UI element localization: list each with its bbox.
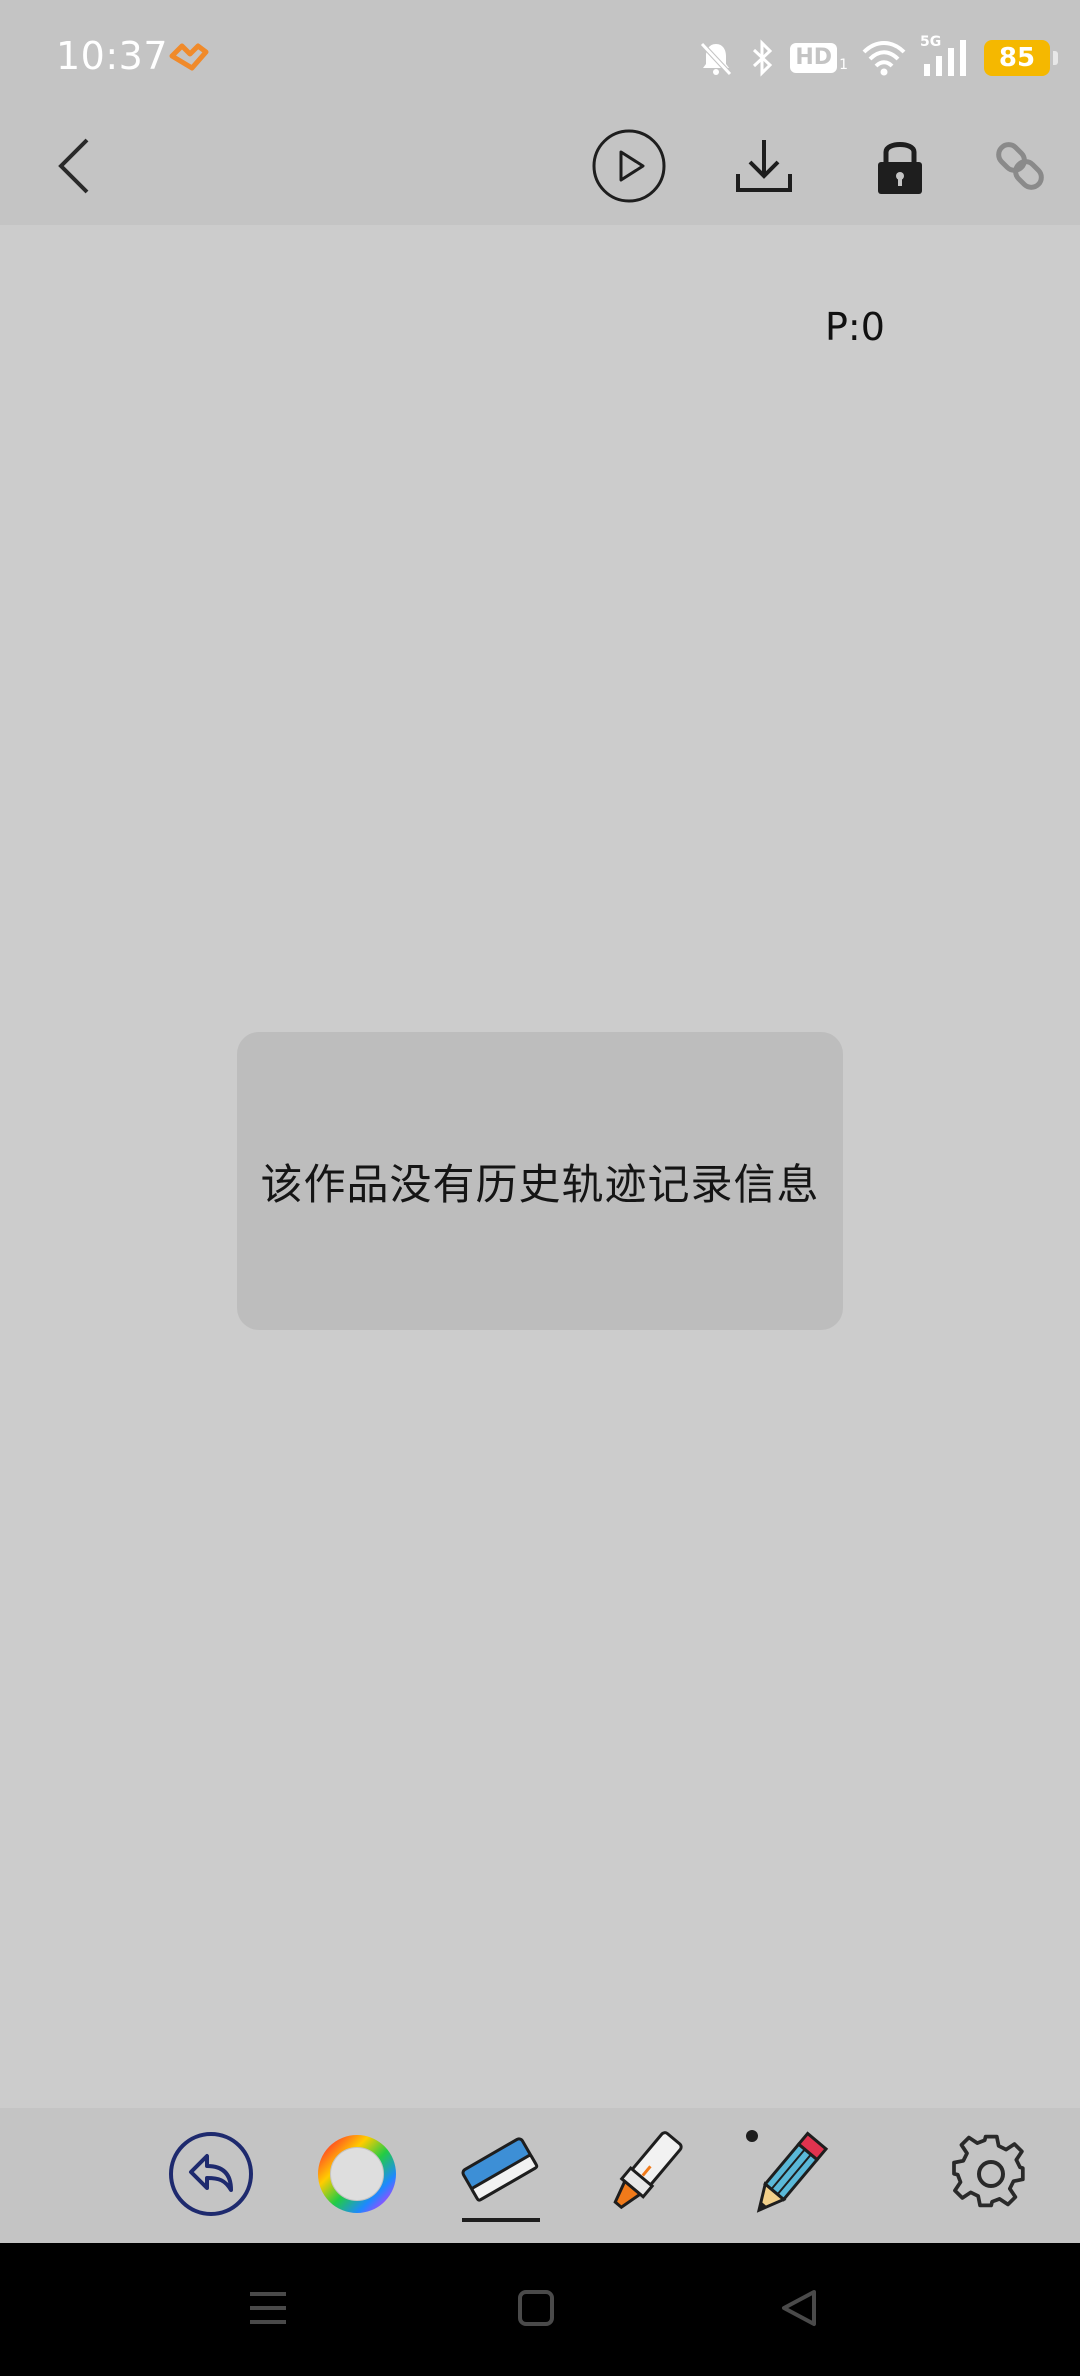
download-button[interactable] <box>719 110 809 225</box>
home-button[interactable] <box>476 2243 596 2376</box>
marker-button[interactable] <box>596 2108 692 2243</box>
toast-message: 该作品没有历史轨迹记录信息 <box>237 1032 843 1330</box>
battery-level: 85 <box>998 43 1036 73</box>
link-icon <box>992 134 1048 202</box>
pencil-button[interactable] <box>738 2108 834 2243</box>
battery-icon: 85 <box>984 40 1058 76</box>
brand-icon <box>168 38 210 74</box>
lock-icon <box>872 134 928 202</box>
settings-button[interactable] <box>943 2108 1039 2243</box>
lock-button[interactable] <box>855 110 945 225</box>
color-wheel-icon <box>316 2133 398 2219</box>
top-toolbar <box>0 110 1080 225</box>
navigation-bar <box>0 2243 1080 2376</box>
status-icons: HD 1 5G 85 <box>696 30 1058 86</box>
download-icon <box>732 134 796 202</box>
undo-icon <box>167 2130 255 2222</box>
recent-apps-button[interactable] <box>208 2243 328 2376</box>
undo-button[interactable] <box>165 2108 257 2243</box>
eraser-icon <box>454 2126 546 2226</box>
play-icon <box>591 128 667 208</box>
home-icon <box>516 2288 556 2332</box>
status-time: 10:37 <box>56 34 169 78</box>
back-icon <box>55 136 95 200</box>
bluetooth-icon <box>750 38 776 78</box>
play-button[interactable] <box>584 110 674 225</box>
pencil-icon <box>738 2126 834 2226</box>
page-indicator: P:0 <box>825 305 885 349</box>
eraser-button[interactable] <box>452 2108 548 2243</box>
marker-icon <box>598 2124 690 2228</box>
link-button[interactable] <box>975 110 1065 225</box>
color-picker-button[interactable] <box>311 2108 403 2243</box>
bottom-toolbar <box>0 2108 1080 2243</box>
signal-icon: 5G <box>920 34 970 80</box>
settings-icon <box>951 2134 1031 2218</box>
hd-icon: HD 1 <box>790 43 848 73</box>
system-back-button[interactable] <box>740 2243 860 2376</box>
toast-text: 该作品没有历史轨迹记录信息 <box>260 1159 820 1209</box>
back-button[interactable] <box>30 110 120 225</box>
wifi-icon <box>862 40 906 76</box>
back-triangle-icon <box>778 2286 822 2334</box>
mute-bell-icon <box>696 38 736 78</box>
menu-icon <box>246 2288 290 2332</box>
status-bar: 10:37 HD 1 5G 85 <box>0 0 1080 110</box>
